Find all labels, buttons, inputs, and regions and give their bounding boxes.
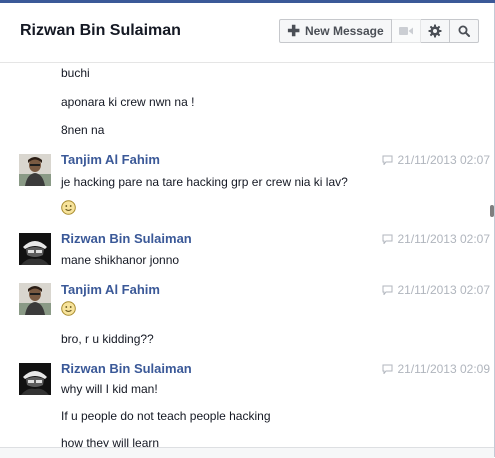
message-text: why will I kid man!	[61, 382, 158, 396]
avatar[interactable]	[19, 363, 51, 395]
message-text: how they will learn	[61, 436, 160, 447]
timestamp-text: 21/11/2013 02:09	[397, 362, 490, 376]
message-text: buchi	[61, 66, 90, 80]
plus-icon: ✚	[287, 22, 300, 40]
timestamp-text: 21/11/2013 02:07	[397, 232, 490, 246]
avatar-image	[19, 233, 51, 265]
gear-icon	[428, 24, 442, 38]
video-call-icon	[399, 27, 413, 35]
avatar-image	[19, 154, 51, 186]
avatar-image	[19, 363, 51, 395]
avatar[interactable]	[19, 283, 51, 315]
sender-name-link[interactable]: Tanjim Al Fahim	[61, 282, 160, 297]
message-text: 8nen na	[61, 123, 105, 137]
avatar-image	[19, 283, 51, 315]
sender-name-link[interactable]: Rizwan Bin Sulaiman	[61, 361, 192, 376]
conversation-toolbar: ✚ New Message	[279, 19, 479, 43]
message-timestamp: 21/11/2013 02:07	[382, 153, 490, 167]
message-timestamp: 21/11/2013 02:07	[382, 232, 490, 246]
message-text: je hacking pare na tare hacking grp er c…	[61, 175, 348, 189]
search-icon	[458, 25, 470, 37]
timestamp-text: 21/11/2013 02:07	[397, 153, 490, 167]
message-text: If u people do not teach people hacking	[61, 409, 271, 423]
message-text: bro, r u kidding??	[61, 332, 154, 346]
message-text: aponara ki crew nwn na !	[61, 95, 195, 109]
avatar[interactable]	[19, 233, 51, 265]
conversation-header: Rizwan Bin Sulaiman ✚ New Message	[0, 3, 494, 63]
avatar[interactable]	[19, 154, 51, 186]
timestamp-text: 21/11/2013 02:07	[397, 283, 490, 297]
conversation-title: Rizwan Bin Sulaiman	[20, 22, 181, 39]
new-message-label: New Message	[304, 24, 384, 38]
smiley-emoji-icon	[61, 200, 76, 215]
speech-bubble-icon	[382, 285, 393, 295]
video-call-button[interactable]	[392, 19, 421, 43]
smiley-emoji-icon	[61, 301, 76, 316]
search-button[interactable]	[450, 19, 479, 43]
settings-button[interactable]	[421, 19, 450, 43]
composer-edge	[0, 447, 494, 458]
message-timestamp: 21/11/2013 02:07	[382, 283, 490, 297]
message-timestamp: 21/11/2013 02:09	[382, 362, 490, 376]
message-text: mane shikhanor jonno	[61, 253, 180, 267]
speech-bubble-icon	[382, 155, 393, 165]
speech-bubble-icon	[382, 234, 393, 244]
sender-name-link[interactable]: Tanjim Al Fahim	[61, 152, 160, 167]
new-message-button[interactable]: ✚ New Message	[279, 19, 392, 43]
message-list[interactable]: buchi aponara ki crew nwn na ! 8nen na T…	[0, 63, 494, 447]
sender-name-link[interactable]: Rizwan Bin Sulaiman	[61, 231, 192, 246]
speech-bubble-icon	[382, 364, 393, 374]
